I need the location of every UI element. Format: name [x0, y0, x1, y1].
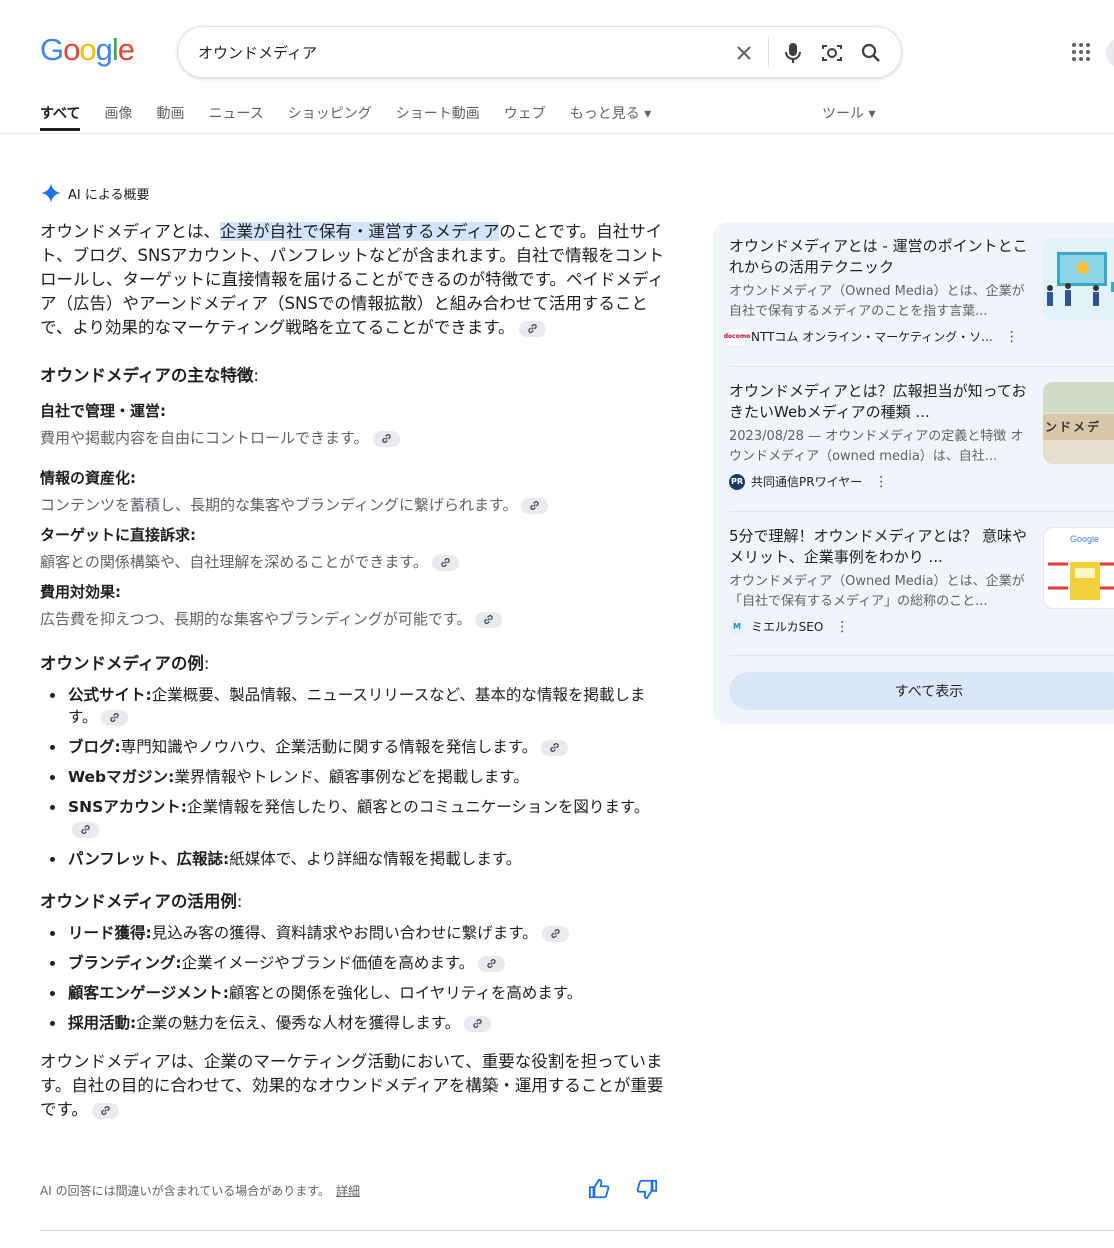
thumbs-up-icon[interactable] [588, 1178, 610, 1200]
avatar[interactable] [1106, 38, 1114, 68]
link-icon[interactable] [101, 709, 129, 726]
source-thumbnail[interactable]: ンドメデ [1043, 382, 1114, 464]
intro-paragraph: オウンドメディアとは、企業が自社で保有・運営するメディアのことです。自社サイト、… [40, 220, 670, 340]
list-item: パンフレット、広報誌:紙媒体で、より詳細な情報を掲載します。 [40, 848, 670, 870]
feature-item: ターゲットに直接訴求: 顧客との関係構築や、自社理解を深めることができます。 [40, 524, 670, 573]
section-divider [40, 1230, 1114, 1231]
divider [729, 366, 1114, 367]
feature-title: 費用対効果: [40, 583, 121, 601]
source-title[interactable]: オウンドメディアとは - 運営のポイントとこれからの活用テクニック [729, 236, 1034, 278]
source-thumbnail[interactable] [1043, 238, 1114, 320]
examples-heading: オウンドメディアの例: [40, 654, 210, 673]
source-site: docomo NTTコム オンライン・マーケティング・ソ... ⋮ [724, 328, 1114, 345]
thumbs-down-icon[interactable] [636, 1178, 658, 1200]
sources-panel: オウンドメディアとは - 運営のポイントとこれからの活用テクニック オウンドメデ… [713, 222, 1114, 724]
feature-desc: コンテンツを蓄積し、長期的な集客やブランディングに繋げられます。 [40, 494, 670, 516]
feature-title: 自社で管理・運営: [40, 402, 166, 420]
site-name: 共同通信PRワイヤー [751, 475, 863, 489]
site-favicon: PR [729, 473, 745, 490]
list-item: ブログ:専門知識やノウハウ、企業活動に関する情報を発信します。 [40, 736, 670, 758]
divider [729, 511, 1114, 512]
link-icon[interactable] [91, 1102, 119, 1119]
more-options-icon[interactable]: ⋮ [874, 474, 888, 490]
source-snippet: 2023/08/28 — オウンドメディアの定義と特徴 オウンドメディア（own… [729, 429, 1024, 464]
ai-overview-body: オウンドメディアとは、企業が自社で保有・運営するメディアのことです。自社サイト、… [40, 220, 670, 1122]
details-link[interactable]: 詳細 [336, 1184, 360, 1198]
link-icon[interactable] [372, 430, 400, 447]
search-tabs: すべて 画像 動画 ニュース ショッピング ショート動画 ウェブ もっと見る ▾ [40, 100, 675, 133]
divider [729, 655, 1114, 656]
link-icon[interactable] [541, 739, 569, 756]
search-icon[interactable] [858, 40, 884, 66]
examples-list: 公式サイト:企業概要、製品情報、ニュースリリースなど、基本的な情報を掲載します。… [40, 684, 670, 870]
source-snippet: オウンドメディア（Owned Media）とは、企業が自社で保有するメディアのこ… [729, 284, 1025, 319]
tab-all[interactable]: すべて [40, 100, 81, 131]
tab-news[interactable]: ニュース [208, 100, 263, 133]
more-options-icon[interactable]: ⋮ [1005, 329, 1019, 345]
link-icon[interactable] [72, 821, 99, 838]
feature-title: 情報の資産化: [40, 469, 136, 487]
link-icon[interactable] [541, 925, 569, 942]
list-item: リード獲得:見込み客の獲得、資料請求やお問い合わせに繋げます。 [40, 922, 670, 944]
source-snippet: オウンドメディア（Owned Media）とは、企業が「自社で保有するメディア」… [729, 574, 1025, 609]
site-favicon: docomo [724, 328, 750, 345]
header-divider [0, 133, 1114, 134]
source-site: PR 共同通信PRワイヤー ⋮ [729, 473, 1114, 490]
ai-disclaimer: AI の回答には間違いが含まれている場合があります。 詳細 [40, 1184, 361, 1198]
feature-item: 自社で管理・運営: 費用や掲載内容を自由にコントロールできます。 [40, 400, 670, 449]
feature-desc: 顧客との関係構築や、自社理解を深めることができます。 [40, 551, 670, 573]
search-input[interactable]: オウンドメディア [198, 42, 317, 63]
feature-title: ターゲットに直接訴求: [40, 526, 196, 544]
tab-images[interactable]: 画像 [104, 100, 132, 133]
features-heading: オウンドメディアの主な特徴: [40, 366, 259, 385]
source-title[interactable]: オウンドメディアとは？広報担当が知っておきたいWebメディアの種類 ... [729, 381, 1034, 423]
clear-icon[interactable] [731, 40, 757, 66]
conclusion-paragraph: オウンドメディアは、企業のマーケティング活動において、重要な役割を担っています。… [40, 1052, 664, 1119]
uses-heading: オウンドメディアの活用例: [40, 892, 243, 911]
link-icon[interactable] [478, 955, 506, 972]
list-item: 顧客エンゲージメント:顧客との関係を強化し、ロイヤリティを高めます。 [40, 982, 670, 1004]
site-name: ミエルカSEO [751, 620, 824, 634]
tab-short-videos[interactable]: ショート動画 [396, 100, 480, 133]
link-icon[interactable] [464, 1015, 492, 1032]
intro-text: オウンドメディアとは、 [40, 222, 221, 241]
source-thumbnail[interactable]: Google [1043, 527, 1114, 609]
list-item: SNSアカウント:企業情報を発信したり、顧客とのコミュニケーションを図ります。 [40, 796, 670, 840]
site-name: NTTコム オンライン・マーケティング・ソ... [751, 330, 993, 344]
gemini-sparkle-icon [40, 182, 62, 204]
link-icon[interactable] [521, 497, 549, 514]
list-item: 公式サイト:企業概要、製品情報、ニュースリリースなど、基本的な情報を掲載します。 [40, 684, 670, 728]
lens-camera-icon[interactable] [819, 40, 845, 66]
apps-grid-icon[interactable] [1071, 42, 1091, 62]
highlighted-text: 企業が自社で保有・運営するメディア [220, 222, 500, 241]
show-all-button[interactable]: すべて表示 [729, 672, 1114, 710]
list-item: 採用活動:企業の魅力を伝え、優秀な人材を獲得します。 [40, 1012, 670, 1034]
list-item: Webマガジン:業界情報やトレンド、顧客事例などを掲載します。 [40, 766, 670, 788]
google-logo[interactable]: Google [40, 32, 135, 68]
site-favicon: M [729, 618, 745, 635]
tools-button[interactable]: ツール ▾ [822, 103, 875, 123]
list-item: ブランディング:企業イメージやブランド価値を高めます。 [40, 952, 670, 974]
search-box[interactable]: オウンドメディア [177, 26, 902, 78]
tab-shopping[interactable]: ショッピング [288, 100, 372, 133]
ai-overview-title: AI による概要 [68, 187, 150, 203]
uses-list: リード獲得:見込み客の獲得、資料請求やお問い合わせに繋げます。 ブランディング:… [40, 922, 670, 1034]
feature-desc: 広告費を抑えつつ、長期的な集客やブランディングが可能です。 [40, 608, 670, 630]
microphone-icon[interactable] [780, 40, 806, 66]
more-options-icon[interactable]: ⋮ [835, 619, 849, 635]
tab-videos[interactable]: 動画 [156, 100, 184, 133]
feature-item: 情報の資産化: コンテンツを蓄積し、長期的な集客やブランディングに繋げられます。 [40, 467, 670, 516]
divider [768, 37, 769, 67]
link-icon[interactable] [518, 320, 546, 337]
feature-item: 費用対効果: 広告費を抑えつつ、長期的な集客やブランディングが可能です。 [40, 581, 670, 630]
source-title[interactable]: 5分で理解！オウンドメディアとは？ 意味やメリット、企業事例をわかり ... [729, 526, 1034, 568]
tab-more[interactable]: もっと見る ▾ [570, 100, 651, 133]
source-site: M ミエルカSEO ⋮ [729, 618, 1114, 635]
link-icon[interactable] [431, 554, 459, 571]
thumbnail-text: ンドメデ [1043, 414, 1114, 440]
feature-desc: 費用や掲載内容を自由にコントロールできます。 [40, 427, 670, 449]
tab-web[interactable]: ウェブ [504, 100, 546, 133]
ai-overview-header: AI による概要 [40, 182, 149, 204]
link-icon[interactable] [475, 611, 503, 628]
